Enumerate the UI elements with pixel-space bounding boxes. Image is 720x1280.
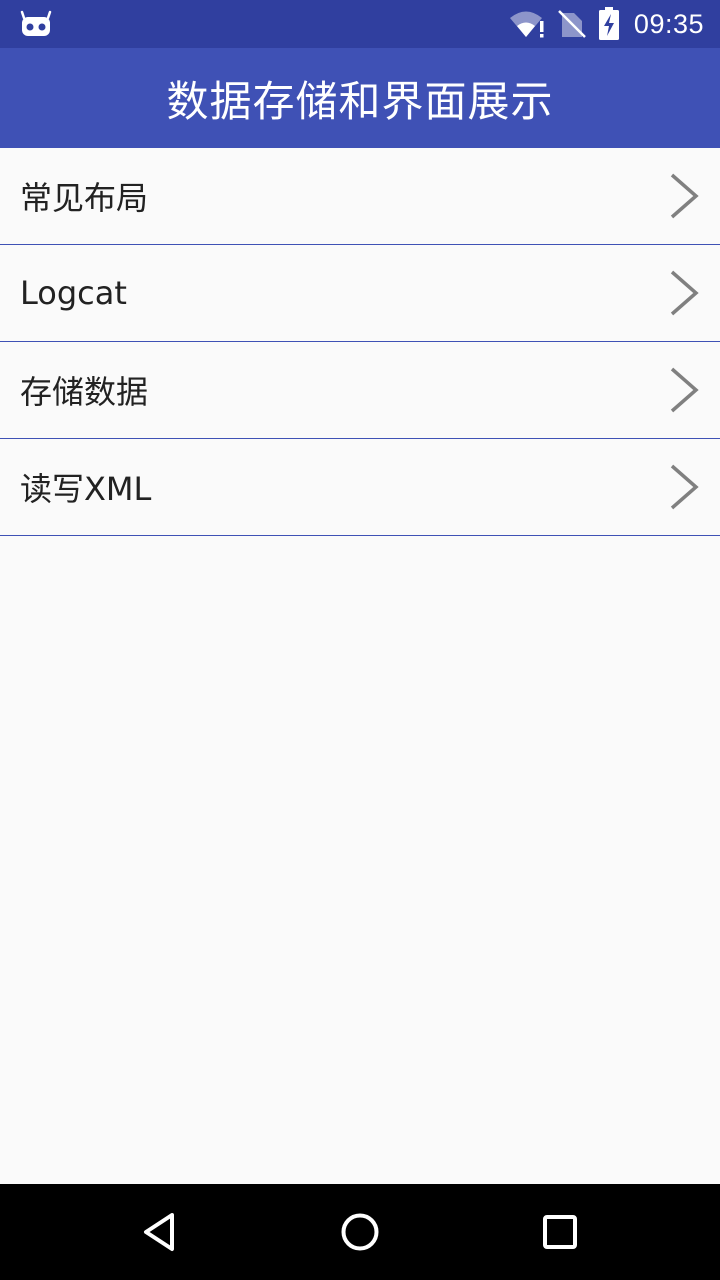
status-bar: 09:35 bbox=[0, 0, 720, 48]
list-item-common-layouts[interactable]: 常见布局 bbox=[0, 148, 720, 245]
wifi-alert-icon bbox=[509, 11, 544, 38]
app-bar: 数据存储和界面展示 bbox=[0, 48, 720, 148]
list-item-label: 读写XML bbox=[20, 470, 152, 508]
chevron-right-icon bbox=[670, 464, 699, 510]
status-time: 09:35 bbox=[633, 8, 704, 39]
list-item-label: Logcat bbox=[20, 274, 127, 312]
back-icon[interactable] bbox=[136, 1208, 184, 1256]
home-icon[interactable] bbox=[336, 1208, 384, 1256]
menu-list: 常见布局 Logcat 存储数据 读写XML bbox=[0, 148, 720, 536]
list-item-store-data[interactable]: 存储数据 bbox=[0, 342, 720, 439]
screen: 09:35 数据存储和界面展示 常见布局 Logcat 存储数据 读写XML bbox=[0, 0, 720, 1280]
chevron-right-icon bbox=[670, 173, 699, 219]
recents-icon[interactable] bbox=[536, 1208, 584, 1256]
chevron-right-icon bbox=[670, 367, 699, 413]
list-item-label: 存储数据 bbox=[20, 373, 149, 411]
chevron-right-icon bbox=[670, 270, 699, 316]
navigation-bar bbox=[0, 1184, 720, 1280]
battery-charging-icon bbox=[598, 7, 619, 40]
list-item-read-write-xml[interactable]: 读写XML bbox=[0, 439, 720, 536]
android-debug-icon bbox=[20, 10, 52, 36]
list-item-label: 常见布局 bbox=[20, 179, 149, 217]
list-item-logcat[interactable]: Logcat bbox=[0, 245, 720, 342]
no-sim-icon bbox=[558, 10, 586, 38]
page-title: 数据存储和界面展示 bbox=[166, 76, 554, 126]
